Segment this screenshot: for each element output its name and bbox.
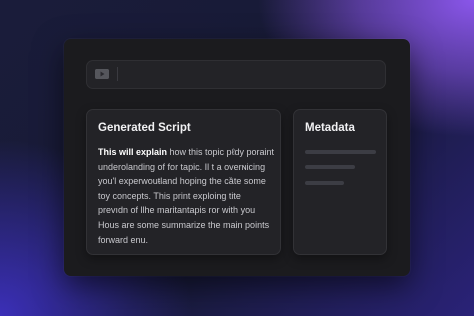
metadata-title: Metadata bbox=[305, 122, 355, 134]
script-line-rest: how this topic pℓdy poraint bbox=[167, 147, 274, 157]
metadata-placeholder-line bbox=[305, 150, 376, 154]
metadata-placeholder-line bbox=[305, 165, 355, 169]
video-icon[interactable] bbox=[95, 69, 109, 79]
script-line: forward enu. bbox=[98, 234, 149, 245]
script-line: underolanding of for tapic. Il t a overɴ… bbox=[98, 161, 266, 172]
script-line: toy concepts. This print exploing tite bbox=[98, 190, 241, 201]
script-line: prevıdn of llhe maritantapis ror with yo… bbox=[98, 205, 256, 216]
script-lead-text: This will explain bbox=[98, 147, 168, 157]
script-line: you'l experwouŧland hoping the cȁte some bbox=[98, 176, 266, 187]
toolbar-divider bbox=[117, 67, 118, 81]
top-toolbar[interactable] bbox=[86, 60, 386, 89]
metadata-placeholder-line bbox=[305, 181, 344, 185]
generated-script-title: Generated Script bbox=[98, 122, 191, 134]
generated-script-text: This will explain how this topic pℓdy po… bbox=[98, 145, 276, 247]
script-line: This will explain how this topic pℓdy po… bbox=[98, 145, 276, 160]
script-line: Hous are some summarize the main points bbox=[98, 219, 270, 230]
